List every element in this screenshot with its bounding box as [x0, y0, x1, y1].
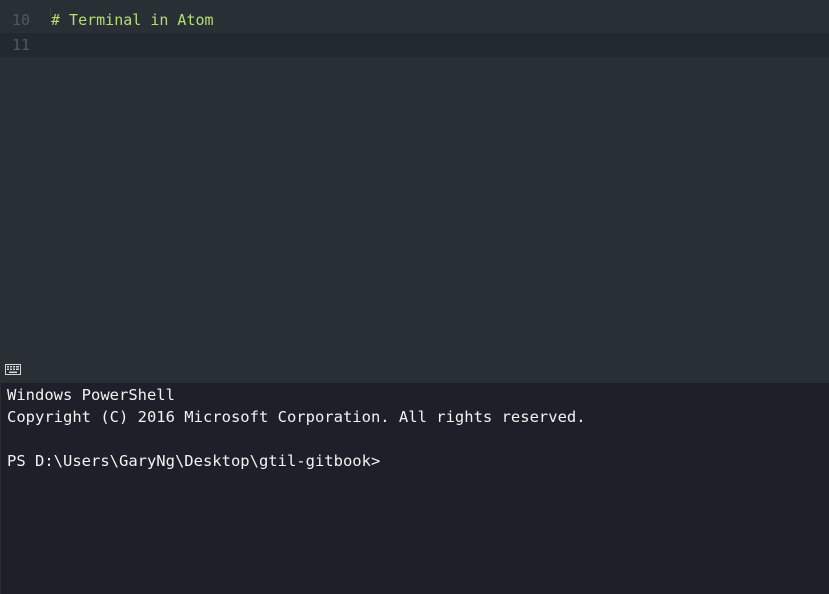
terminal-prompt[interactable]: PS D:\Users\GaryNg\Desktop\gtil-gitbook> [7, 450, 380, 472]
terminal-pane[interactable]: Windows PowerShell Copyright (C) 2016 Mi… [0, 383, 829, 594]
terminal-panel-header[interactable] [0, 358, 829, 383]
keyboard-icon[interactable] [5, 364, 21, 375]
terminal-output-line: Copyright (C) 2016 Microsoft Corporation… [7, 408, 586, 426]
line-number: 11 [11, 36, 30, 54]
markdown-heading-text[interactable]: # Terminal in Atom [51, 8, 214, 32]
terminal-output-line: Windows PowerShell [7, 386, 175, 404]
line-number: 10 [11, 11, 30, 29]
editor-line-10[interactable]: 10 # Terminal in Atom [0, 8, 829, 32]
line-number: 9 [0, 0, 30, 6]
editor-line-9[interactable]: 9 [0, 0, 829, 6]
editor-pane[interactable]: 9 10 # Terminal in Atom 11 [0, 0, 829, 358]
editor-line-11-active[interactable]: 11 [0, 33, 829, 57]
